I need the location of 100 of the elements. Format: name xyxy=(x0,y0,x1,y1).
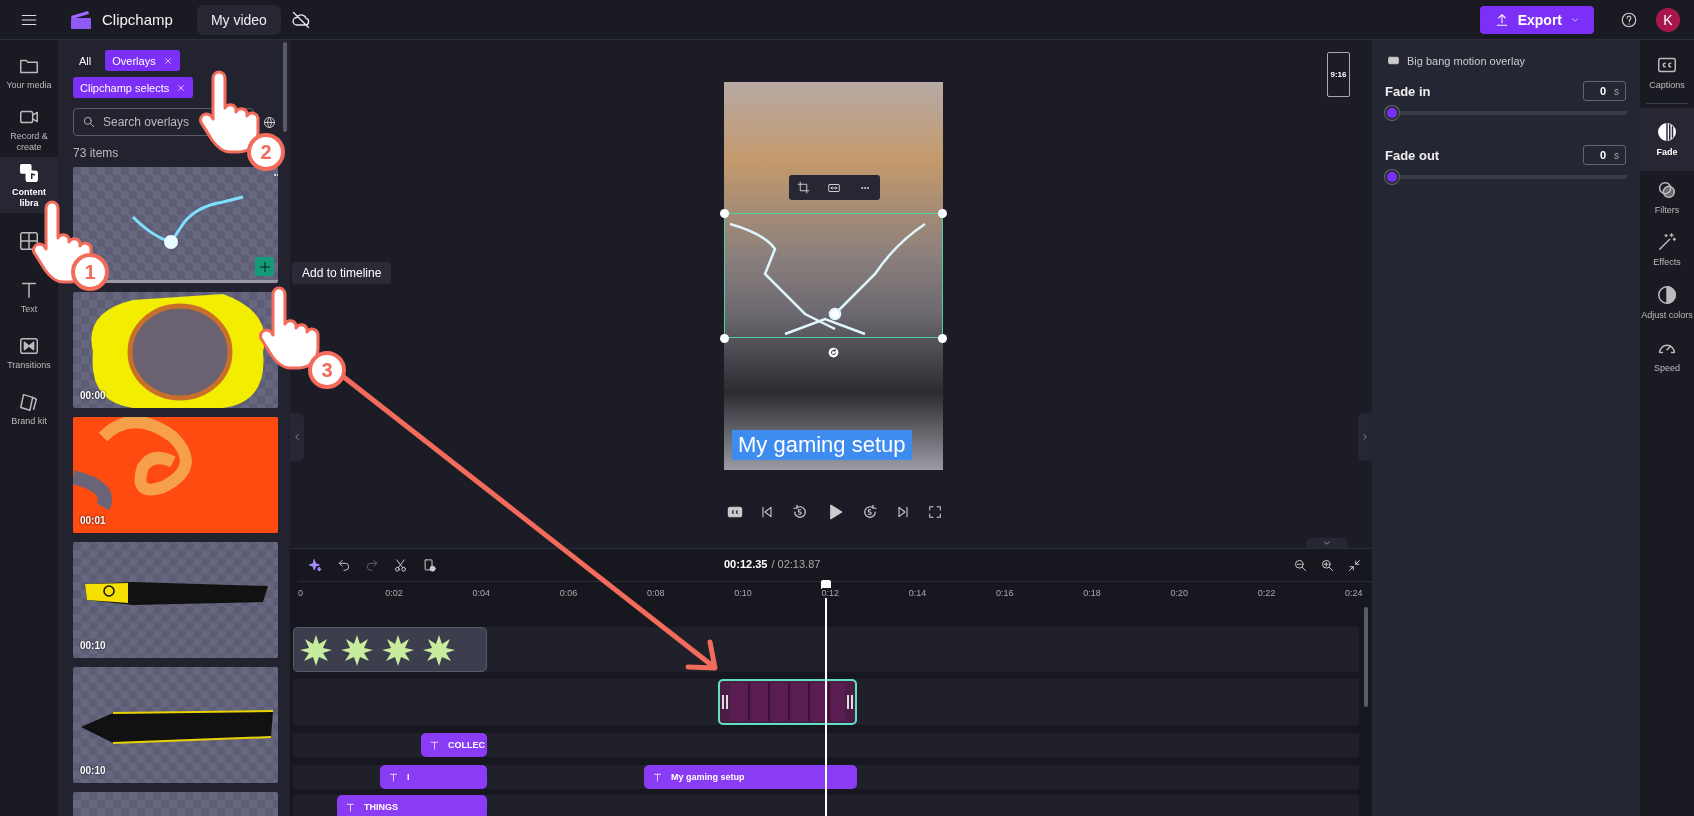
filter-chip[interactable]: Clipchamp selects xyxy=(73,77,194,98)
side-tab[interactable]: Speed xyxy=(1640,329,1694,382)
side-tab[interactable]: Adjust colors xyxy=(1640,276,1694,329)
forward-button[interactable] xyxy=(861,503,879,521)
scissors-icon xyxy=(393,557,408,573)
overlay-thumbnail[interactable]: 00:10 xyxy=(73,542,278,658)
side-tab[interactable]: Filters xyxy=(1640,170,1694,224)
side-tab[interactable]: Fade xyxy=(1640,107,1694,171)
chevron-left-icon xyxy=(292,432,302,442)
time-tick-label: 0:20 xyxy=(1170,588,1189,598)
help-button[interactable] xyxy=(1620,10,1638,29)
text-clip[interactable]: I xyxy=(380,765,487,789)
forward-five-icon xyxy=(861,503,879,521)
crop-button[interactable] xyxy=(797,181,811,194)
side-tab[interactable]: Effects xyxy=(1640,223,1694,277)
side-tab[interactable]: Captions xyxy=(1640,46,1694,99)
hand-cursor-icon xyxy=(259,286,321,370)
step-number-badge: 3 xyxy=(308,351,346,389)
nav-item[interactable]: Brand kit xyxy=(0,381,58,437)
hand-cursor-icon xyxy=(199,70,261,154)
time-tick-label: 0:18 xyxy=(1083,588,1101,598)
slider-thumb[interactable] xyxy=(1385,106,1399,120)
time-tick-label: 0:02 xyxy=(385,588,403,598)
sparkle-button[interactable] xyxy=(308,557,323,573)
seconds-field[interactable]: 0 s xyxy=(1583,81,1626,101)
redo-button[interactable] xyxy=(365,558,379,572)
overlay-thumbnail[interactable]: 00:10 xyxy=(73,667,278,783)
duration-label: 00:10 xyxy=(80,640,106,651)
crop-icon xyxy=(797,181,811,194)
clip-name: Big bang motion overlay xyxy=(1407,54,1525,67)
skip-back-icon xyxy=(759,504,775,520)
grid-icon xyxy=(18,230,40,252)
playhead-handle[interactable] xyxy=(821,580,831,589)
time-tick-label: 0:14 xyxy=(908,588,927,598)
skip-forward-button[interactable] xyxy=(895,504,911,520)
duration-label: 00:10 xyxy=(80,765,106,776)
nav-item[interactable]: Record & create xyxy=(0,101,58,157)
text-icon xyxy=(388,771,399,783)
undo-button[interactable] xyxy=(337,558,351,572)
rewind-five-icon xyxy=(791,503,809,521)
starburst-icon xyxy=(423,633,455,666)
duration-label: 00:00 xyxy=(80,390,106,401)
fit-timeline-button[interactable] xyxy=(1347,557,1362,573)
help-icon xyxy=(1620,10,1638,29)
overlay-thumbnail[interactable]: 00:00 xyxy=(73,292,278,408)
time-tick-label: 0:08 xyxy=(647,588,665,598)
sparkle-icon xyxy=(308,557,323,573)
overlay-thumbnail[interactable] xyxy=(73,167,278,283)
cut-button[interactable] xyxy=(393,557,408,573)
captions-button[interactable] xyxy=(727,504,743,520)
fullscreen-button[interactable] xyxy=(927,504,943,520)
selection-frame[interactable] xyxy=(724,213,943,338)
redo-icon xyxy=(365,558,379,572)
captions-icon xyxy=(727,504,743,520)
aspect-ratio-button[interactable]: 9:16 xyxy=(1327,52,1350,97)
nav-item[interactable]: Transitions xyxy=(0,325,58,381)
time-tick-label: 0:12 xyxy=(821,588,840,598)
resize-handle[interactable] xyxy=(720,334,729,343)
starburst-icon xyxy=(341,633,373,666)
control-label: Fade in xyxy=(1385,83,1431,99)
text-clip[interactable]: COLLEC xyxy=(421,733,487,757)
seconds-field[interactable]: 0 s xyxy=(1583,145,1626,165)
skip-back-button[interactable] xyxy=(759,504,775,520)
tooltip: Add to timeline xyxy=(292,262,392,284)
text-icon xyxy=(652,771,663,783)
time-tick-label: 0:04 xyxy=(472,588,491,598)
rewind-button[interactable] xyxy=(791,503,809,521)
plus-icon xyxy=(257,259,272,274)
fullscreen-icon xyxy=(927,504,943,520)
duration-label: 00:01 xyxy=(80,515,106,526)
resize-handle[interactable] xyxy=(938,209,947,218)
export-button[interactable]: Export xyxy=(1479,5,1594,34)
zoom-in-button[interactable] xyxy=(1320,557,1335,573)
resize-handle[interactable] xyxy=(938,334,947,343)
overlay-clip[interactable] xyxy=(718,679,857,725)
text-clip[interactable]: THINGS xyxy=(337,795,487,816)
filter-chip[interactable]: Overlays xyxy=(105,50,180,71)
slider-thumb[interactable] xyxy=(1385,170,1399,184)
total-time: / 02:13.87 xyxy=(771,558,821,570)
zoom-out-button[interactable] xyxy=(1293,557,1308,573)
user-avatar[interactable]: K xyxy=(1656,7,1680,32)
time-tick-label: 0 xyxy=(298,588,303,598)
project-title-field[interactable]: My video xyxy=(196,4,281,35)
app-name: Clipchamp xyxy=(102,11,173,28)
nav-item[interactable]: Your media xyxy=(0,45,58,101)
item-count: 73 items xyxy=(73,146,119,160)
starburst-icon xyxy=(300,633,332,666)
zoom-in-icon xyxy=(1320,557,1335,573)
globe-button[interactable] xyxy=(262,114,277,130)
sticker-clip[interactable] xyxy=(293,627,487,672)
nav-item[interactable]: Text xyxy=(0,269,58,325)
add-media-button[interactable] xyxy=(422,557,437,573)
control-label: Fade out xyxy=(1385,147,1440,163)
text-clip[interactable]: My gaming setup xyxy=(644,765,857,789)
film-icon xyxy=(1387,54,1400,67)
contrast-icon xyxy=(1656,284,1678,307)
starburst-icon xyxy=(382,633,414,666)
close-icon xyxy=(162,55,173,66)
resize-handle[interactable] xyxy=(720,209,729,218)
filter-chip[interactable]: All xyxy=(73,50,98,71)
